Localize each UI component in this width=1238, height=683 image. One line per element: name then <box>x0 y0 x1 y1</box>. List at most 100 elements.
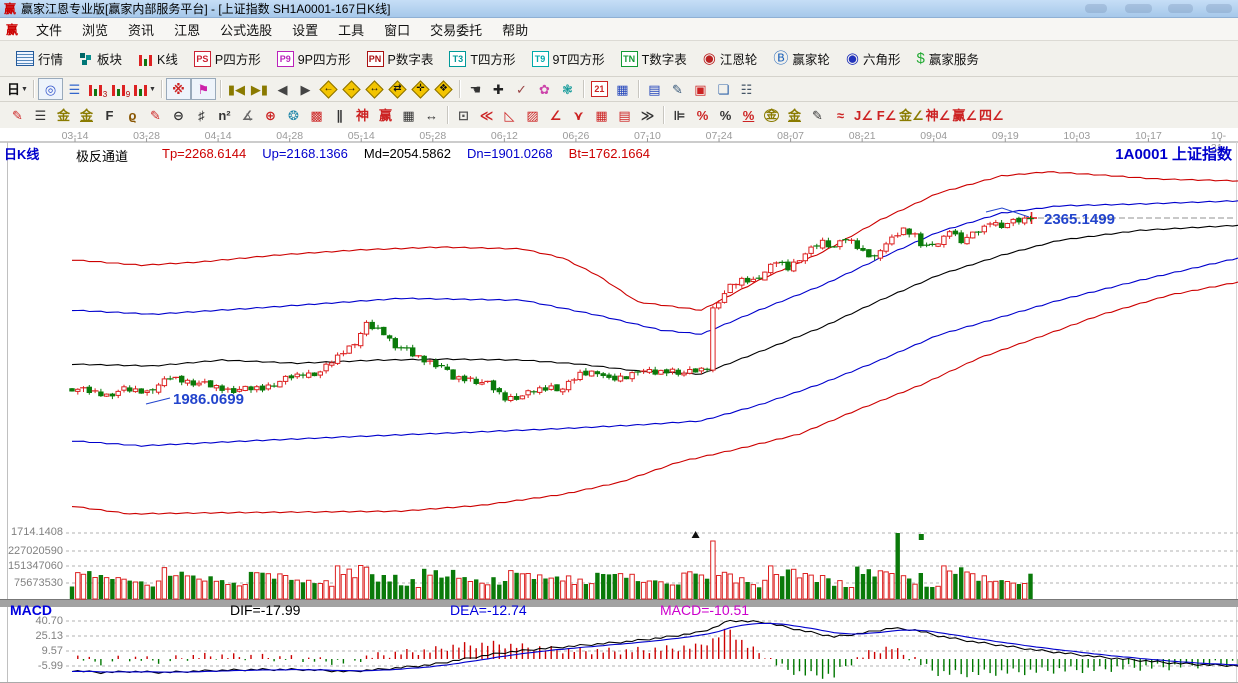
draw-tool-wave-a[interactable]: ≈ <box>829 105 852 125</box>
toolbar-button-9t-square[interactable]: T9 9T四方形 <box>524 45 613 73</box>
draw-tool-spiral[interactable]: ϱ <box>121 105 144 125</box>
draw-tool-web-teal[interactable]: ❂ <box>282 105 305 125</box>
tool-dia-all[interactable]: ❖ <box>432 79 455 99</box>
tool-next-bar[interactable]: ▶ <box>294 79 317 99</box>
draw-tool-hatch-2[interactable]: ♯ <box>190 105 213 125</box>
draw-tool-fib-f[interactable]: F <box>98 105 121 125</box>
menu-item-设置[interactable]: 设置 <box>282 20 328 39</box>
draw-tool-web-grid[interactable]: ▩ <box>305 105 328 125</box>
tool-printer[interactable]: ☷ <box>735 79 758 99</box>
draw-tool-fan-lines[interactable]: ≪ <box>475 105 498 125</box>
toolbar-button-winner-wheel[interactable]: Ⓑ 赢家轮 <box>765 45 838 73</box>
menu-item-资讯[interactable]: 资讯 <box>118 20 164 39</box>
toolbar-button-p-square[interactable]: PS P四方形 <box>186 45 269 73</box>
menu-item-江恩[interactable]: 江恩 <box>164 20 210 39</box>
toolbar-button-kline[interactable]: K线 <box>130 45 186 73</box>
draw-tool-v-wave[interactable]: ⋎ <box>567 105 590 125</box>
toolbar-button-t-square[interactable]: T3 T四方形 <box>441 45 523 73</box>
draw-tool-shen-lines[interactable]: 神 <box>351 105 374 125</box>
draw-tool-angle-mirror[interactable]: ∡ <box>236 105 259 125</box>
tool-notes[interactable]: ✎ <box>666 79 689 99</box>
tool-candles-3[interactable]: 3 <box>86 79 109 99</box>
draw-tool-percent[interactable]: % <box>714 105 737 125</box>
tool-network[interactable]: ❏ <box>712 79 735 99</box>
macd-scale-label: 25.13 <box>35 630 63 642</box>
draw-tool-ying-angle[interactable]: 赢∠ <box>951 105 978 125</box>
tool-period-day[interactable]: 日 ▼ <box>6 79 29 99</box>
tool-prev-bar[interactable]: ◀ <box>271 79 294 99</box>
draw-tool-n-squared[interactable]: n² <box>213 105 236 125</box>
draw-tool-target-red[interactable]: ⊕ <box>259 105 282 125</box>
tool-dia-right[interactable]: → <box>340 79 363 99</box>
tool-save[interactable]: ▣ <box>689 79 712 99</box>
draw-tool-gold-gate-1[interactable]: 金 <box>52 105 75 125</box>
tool-crosshair[interactable]: ✚ <box>487 79 510 99</box>
toolbar-button-label: 六角形 <box>862 53 901 67</box>
toolbar-button-p-number[interactable]: PN P数字表 <box>359 45 442 73</box>
menu-item-帮助[interactable]: 帮助 <box>492 20 538 39</box>
draw-tool-gold-angle[interactable]: 金∠ <box>898 105 925 125</box>
draw-tool-parallel[interactable]: ∥ <box>328 105 351 125</box>
tool-gann-flower[interactable]: ✿ <box>533 79 556 99</box>
tool-measure[interactable]: ✓ <box>510 79 533 99</box>
draw-tool-ruler-123[interactable]: ⊫ <box>668 105 691 125</box>
tool-info-board[interactable]: ☰ <box>63 79 86 99</box>
menu-item-浏览[interactable]: 浏览 <box>72 20 118 39</box>
macd-dif-value: DIF=-17.99 <box>230 602 301 618</box>
tool-calculator[interactable]: ▦ <box>611 79 634 99</box>
menu-item-文件[interactable]: 文件 <box>26 20 72 39</box>
draw-tool-shen-angle[interactable]: 神∠ <box>925 105 952 125</box>
draw-tool-tri-fan[interactable]: ◺ <box>498 105 521 125</box>
draw-tool-circle-rule[interactable]: ⊖ <box>167 105 190 125</box>
draw-tool-angle-line[interactable]: ∠ <box>544 105 567 125</box>
tool-first-bar[interactable]: ▮◀ <box>225 79 248 99</box>
tool-last-bar[interactable]: ▶▮ <box>248 79 271 99</box>
draw-tool-slash-lines[interactable]: ≫ <box>636 105 659 125</box>
toolbar-button-quotes[interactable]: 行情 <box>8 45 71 73</box>
tool-k-pattern[interactable]: ※ <box>165 78 191 100</box>
tool-region-select[interactable]: ◎ <box>38 78 63 100</box>
toolbar-button-sectors[interactable]: 板块 <box>71 45 130 73</box>
tool-dia-left[interactable]: ← <box>317 79 340 99</box>
draw-tool-brush-mark[interactable]: ✎ <box>806 105 829 125</box>
draw-tool-span-arrow[interactable]: ↔ <box>420 105 443 125</box>
draw-tool-red-pencil[interactable]: ✎ <box>144 105 167 125</box>
toolbar-button-gann-wheel[interactable]: ◉ 江恩轮 <box>695 45 766 73</box>
draw-tool-box-select[interactable]: ⊡ <box>452 105 475 125</box>
draw-tool-grid-red[interactable]: ▦ <box>590 105 613 125</box>
draw-tool-pencil[interactable]: ✎ <box>6 105 29 125</box>
toolbar-button-winner-service[interactable]: $ 赢家服务 <box>908 45 986 73</box>
tool-hand-tool[interactable]: ☚ <box>464 79 487 99</box>
toolbar-button-hexagon[interactable]: ◉ 六角形 <box>838 45 909 73</box>
tool-candle-style[interactable]: ▼ <box>132 79 157 99</box>
tool-candles-9[interactable]: 9 <box>109 79 132 99</box>
tool-dia-center[interactable]: ✛ <box>409 79 432 99</box>
tool-fractal[interactable]: ❃ <box>556 79 579 99</box>
tool-color-flag[interactable]: ⚑ <box>190 78 216 100</box>
toolbar-button-9p-square[interactable]: P9 9P四方形 <box>269 45 359 73</box>
menu-item-公式选股[interactable]: 公式选股 <box>210 20 282 39</box>
draw-tool-grid-123[interactable]: ▦ <box>397 105 420 125</box>
tool-data-table[interactable]: ▤ <box>643 79 666 99</box>
draw-tool-f-angle[interactable]: F∠ <box>875 105 898 125</box>
draw-tool-gold-bars[interactable]: 金 <box>783 105 806 125</box>
draw-tool-gold-circle[interactable]: 金 <box>760 105 783 125</box>
tool-calendar[interactable]: 21 <box>588 79 611 99</box>
menu-item-工具[interactable]: 工具 <box>328 20 374 39</box>
menu-item-窗口[interactable]: 窗口 <box>374 20 420 39</box>
draw-tool-ying-lines[interactable]: 赢 <box>374 105 397 125</box>
draw-tool-percent-slash[interactable]: % <box>691 105 714 125</box>
shen-angle-icon: 神∠ <box>925 107 951 123</box>
draw-tool-box-fan[interactable]: ▨ <box>521 105 544 125</box>
draw-tool-percent-under[interactable]: % <box>737 105 760 125</box>
draw-tool-hatch-lines[interactable]: ☰ <box>29 105 52 125</box>
toolbar-button-label: P四方形 <box>214 53 261 67</box>
draw-tool-gold-gate-2[interactable]: 金 <box>75 105 98 125</box>
draw-tool-grid-red-2[interactable]: ▤ <box>613 105 636 125</box>
draw-tool-si-angle[interactable]: 四∠ <box>978 105 1005 125</box>
menu-item-交易委托[interactable]: 交易委托 <box>420 20 492 39</box>
toolbar-button-t-number[interactable]: TN T数字表 <box>613 45 695 73</box>
tool-dia-h-expand[interactable]: ↔ <box>363 79 386 99</box>
tool-dia-h-shrink[interactable]: ⇄ <box>386 79 409 99</box>
draw-tool-j-angle[interactable]: J∠ <box>852 105 875 125</box>
